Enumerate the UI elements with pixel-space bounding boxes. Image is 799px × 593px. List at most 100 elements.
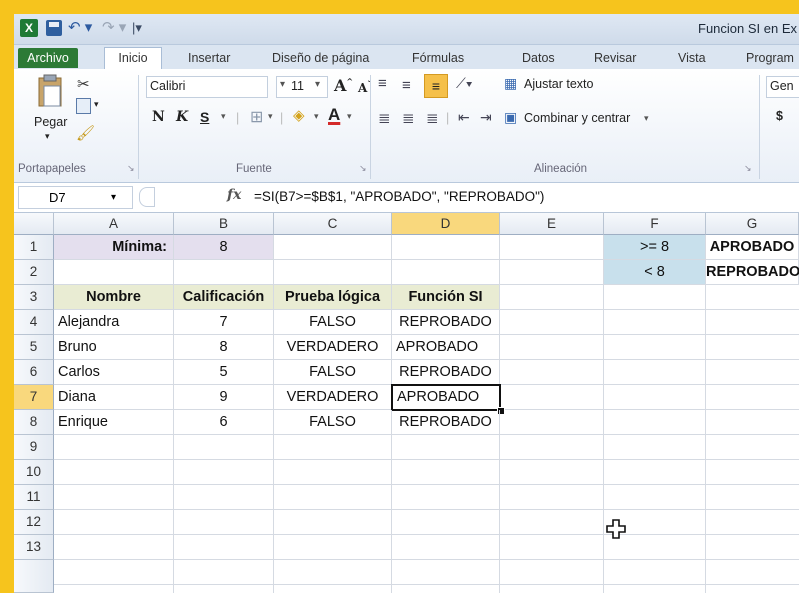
row-header[interactable]: 4 [14,310,54,335]
cell-c8[interactable]: FALSO [274,410,392,435]
cell-d6[interactable]: REPROBADO [392,360,500,385]
align-middle-icon[interactable]: ≡ [402,77,411,94]
cell-a4[interactable]: Alejandra [54,310,174,335]
row-header[interactable]: 8 [14,410,54,435]
cell-a5[interactable]: Bruno [54,335,174,360]
clipboard-launcher-icon[interactable]: ↘ [127,163,135,174]
cell-c5[interactable]: VERDADERO [274,335,392,360]
save-icon[interactable] [46,20,62,36]
align-left-icon[interactable]: ≣ [378,109,391,127]
row-header[interactable]: 10 [14,460,54,485]
cell-a8[interactable]: Enrique [54,410,174,435]
grow-font-icon[interactable]: A^ [334,76,353,95]
cell-d8[interactable]: REPROBADO [392,410,500,435]
cell-c6[interactable]: FALSO [274,360,392,385]
cut-icon[interactable]: ✂ [77,75,90,93]
tab-programador[interactable]: Program [746,48,794,68]
column-header-f[interactable]: F [604,213,706,235]
row-header[interactable]: 3 [14,285,54,310]
fill-color-dropdown-icon[interactable]: ▾ [314,111,319,122]
cell-b3[interactable]: Calificación [174,285,274,310]
copy-dropdown-icon[interactable]: ▾ [94,99,99,110]
align-bottom-icon[interactable]: ≡ [424,74,448,98]
cell-b6[interactable]: 5 [174,360,274,385]
column-header-b[interactable]: B [174,213,274,235]
paste-icon[interactable] [36,74,64,110]
row-header[interactable]: 9 [14,435,54,460]
cell-d7-selected[interactable]: APROBADO [391,384,501,411]
wrap-text-button[interactable]: Ajustar texto [524,77,593,91]
column-header-d[interactable]: D [392,213,500,235]
align-top-icon[interactable]: ≡ [378,75,387,92]
format-painter-icon[interactable]: 🖌 [76,124,95,142]
font-launcher-icon[interactable]: ↘ [359,163,367,174]
cell-b4[interactable]: 7 [174,310,274,335]
undo-icon[interactable]: ↶ ▾ [68,19,92,37]
row-header[interactable] [14,560,54,593]
cell-b1[interactable]: 8 [174,235,274,260]
borders-icon[interactable]: ⊞ [250,107,263,127]
cell-a3[interactable]: Nombre [54,285,174,310]
cell-c4[interactable]: FALSO [274,310,392,335]
cell-b5[interactable]: 8 [174,335,274,360]
font-color-icon[interactable]: A [328,105,340,125]
column-header-e[interactable]: E [500,213,604,235]
font-color-dropdown-icon[interactable]: ▾ [347,111,352,122]
tab-datos[interactable]: Datos [522,48,555,68]
redo-icon[interactable]: ↷ ▾ [102,19,126,37]
tab-insertar[interactable]: Insertar [188,48,230,68]
name-box[interactable]: D7 ▾ [18,186,133,209]
underline-dropdown-icon[interactable]: ▾ [221,111,226,122]
borders-dropdown-icon[interactable]: ▾ [268,111,273,122]
cell-c3[interactable]: Prueba lógica [274,285,392,310]
tab-diseno-pagina[interactable]: Diseño de página [272,48,369,68]
decrease-indent-icon[interactable]: ⇤ [458,109,470,126]
font-name-dropdown[interactable]: Calibri [146,76,268,98]
tab-revisar[interactable]: Revisar [594,48,636,68]
formula-input[interactable]: =SI(B7>=$B$1, "APROBADO", "REPROBADO") [254,189,544,204]
select-all-corner[interactable] [14,213,54,235]
cell-a1[interactable]: Mínima: [54,235,174,260]
tab-vista[interactable]: Vista [678,48,706,68]
merge-center-icon[interactable]: ▣ [504,109,517,126]
cell-a6[interactable]: Carlos [54,360,174,385]
italic-button[interactable]: K [176,109,188,125]
underline-button[interactable]: S [200,109,209,125]
tab-inicio[interactable]: Inicio [104,47,162,71]
number-format-dropdown[interactable]: Gen [766,76,799,98]
increase-indent-icon[interactable]: ⇥ [480,109,492,126]
cell-b7[interactable]: 9 [174,385,274,410]
row-header[interactable]: 1 [14,235,54,260]
row-header[interactable]: 6 [14,360,54,385]
formula-bar-splitter[interactable] [139,187,155,207]
fx-icon[interactable]: fx [227,187,241,203]
orientation-icon[interactable]: ⟋▾ [456,75,473,92]
align-center-icon[interactable]: ≣ [402,109,415,127]
row-header[interactable]: 5 [14,335,54,360]
merge-dropdown-icon[interactable]: ▾ [644,113,649,124]
merge-center-button[interactable]: Combinar y centrar [524,111,630,125]
cell-f2[interactable]: < 8 [604,260,706,285]
currency-button[interactable]: $ [776,109,783,123]
name-box-dropdown-icon[interactable]: ▾ [111,187,116,208]
tab-archivo[interactable]: Archivo [18,48,78,68]
cell-b8[interactable]: 6 [174,410,274,435]
cell-g1[interactable]: APROBADO [706,235,799,260]
cell-d4[interactable]: REPROBADO [392,310,500,335]
fill-color-icon[interactable]: ◈ [293,106,305,124]
cell-g2[interactable]: REPROBADO [706,260,799,285]
column-header-c[interactable]: C [274,213,392,235]
cell-f1[interactable]: >= 8 [604,235,706,260]
alignment-launcher-icon[interactable]: ↘ [744,163,752,174]
row-header[interactable]: 13 [14,535,54,560]
cell-d3[interactable]: Función SI [392,285,500,310]
paste-label[interactable]: Pegar [34,115,67,129]
customize-toolbar-icon[interactable]: |▾ [132,19,142,37]
cell-c7[interactable]: VERDADERO [274,385,392,410]
paste-dropdown-icon[interactable]: ▾ [45,131,50,142]
copy-icon[interactable] [76,98,91,114]
row-header[interactable]: 7 [14,385,54,410]
font-size-dropdown[interactable]: ▾ 11 ▾ [276,76,328,98]
cell-a7[interactable]: Diana [54,385,174,410]
cell-d5[interactable]: APROBADO [392,335,500,360]
